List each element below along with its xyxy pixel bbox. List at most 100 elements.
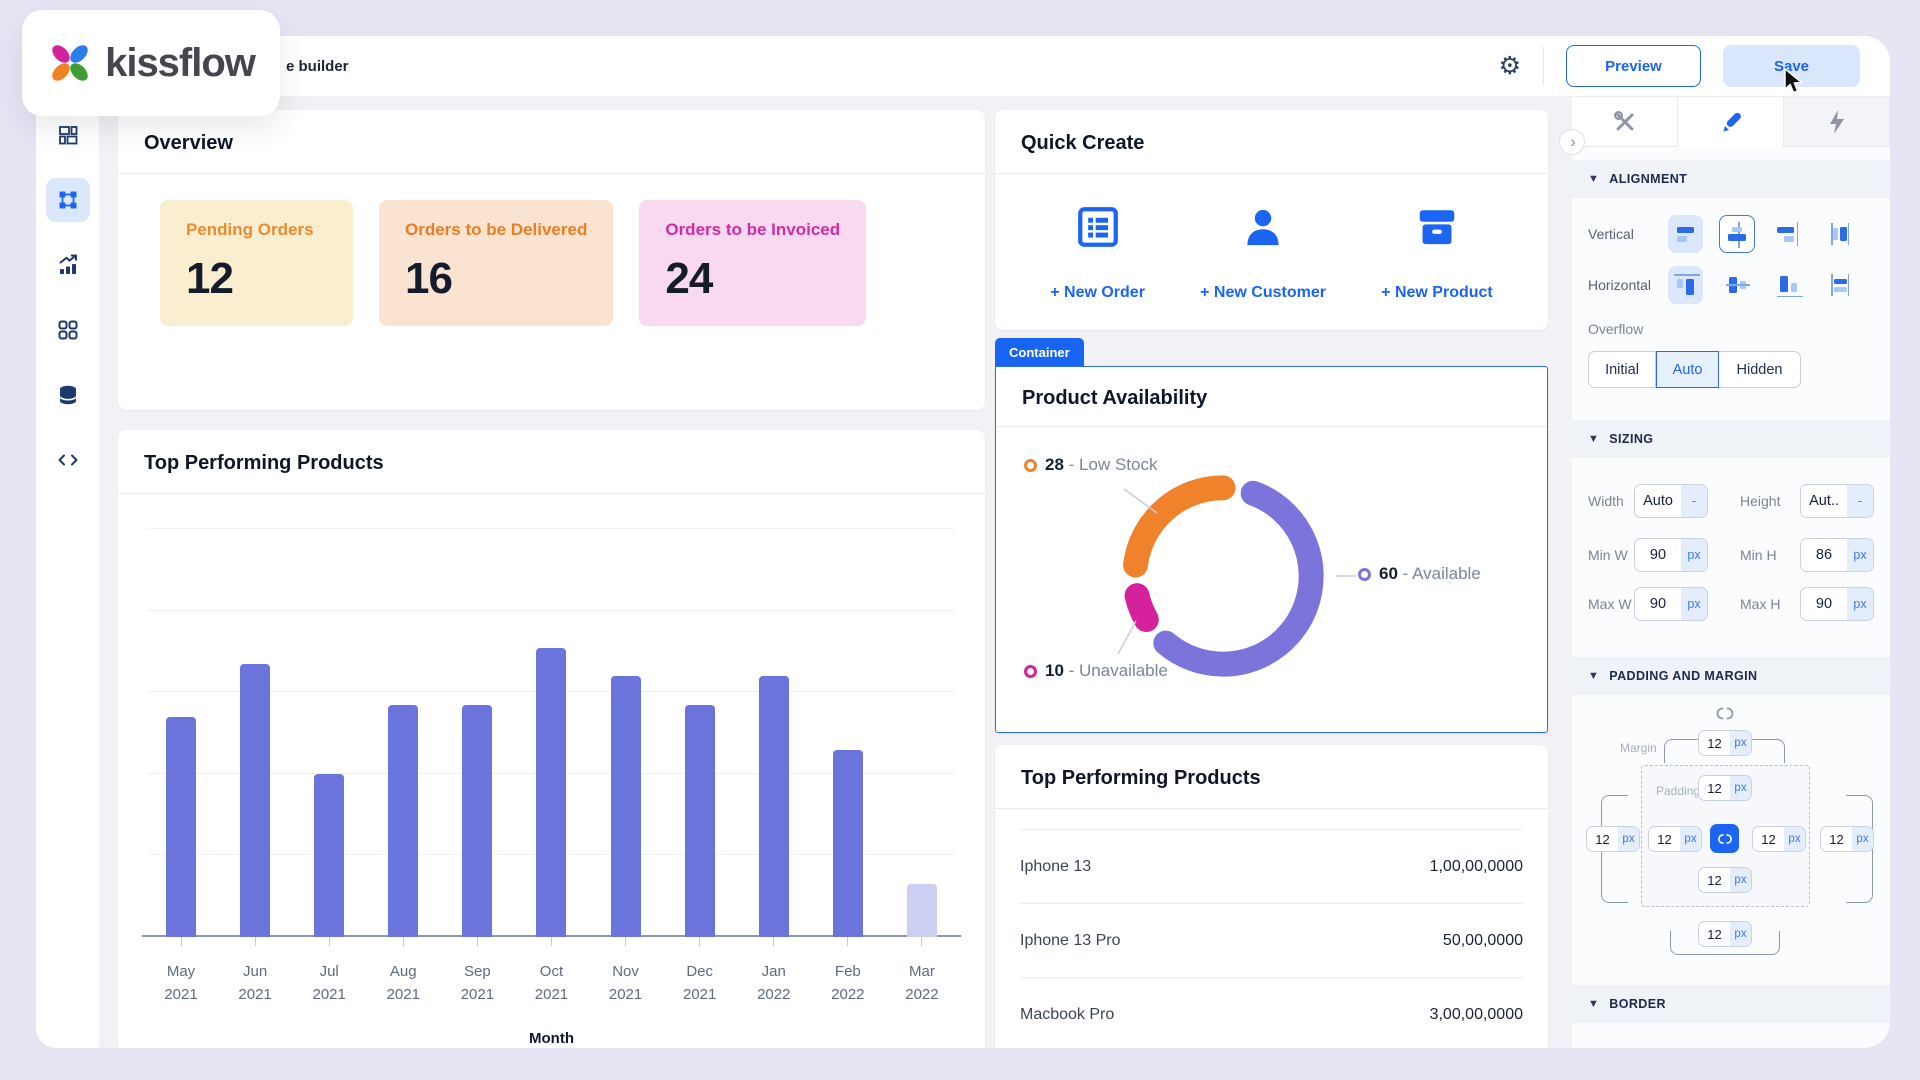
- border-section-header[interactable]: ▼ BORDER: [1572, 985, 1890, 1023]
- panel-tab-bar: [1572, 97, 1890, 147]
- product-name: Iphone 13: [1020, 858, 1091, 876]
- axis-label-mar-2022: Mar2022: [891, 937, 953, 1007]
- valign-middle-button[interactable]: [1719, 215, 1755, 253]
- min-h-input[interactable]: 86 px: [1800, 538, 1874, 572]
- sidebar-item-layout[interactable]: [46, 113, 90, 157]
- sidebar-item-apps[interactable]: [46, 308, 90, 352]
- sidebar-item-widgets[interactable]: [46, 178, 90, 222]
- min-w-label: Min W: [1588, 547, 1634, 563]
- new-customer-action[interactable]: + New Customer: [1200, 204, 1326, 302]
- valign-bottom-button[interactable]: [1771, 215, 1807, 253]
- margin-top-input[interactable]: 12 px: [1698, 730, 1752, 756]
- overflow-initial-option[interactable]: Initial: [1588, 351, 1656, 388]
- bar-nov-2021[interactable]: [595, 502, 657, 937]
- sidebar-item-analytics[interactable]: [46, 243, 90, 287]
- valign-top-button[interactable]: [1668, 215, 1704, 253]
- stat-value: 16: [405, 254, 587, 304]
- bar-jul-2021[interactable]: [298, 502, 360, 937]
- top-products-list-card[interactable]: Top Performing Products Iphone 13 1,00,0…: [995, 745, 1548, 1048]
- max-h-input[interactable]: 90 px: [1800, 587, 1874, 621]
- bar-sep-2021[interactable]: [446, 502, 508, 937]
- margin-bottom-input[interactable]: 12 px: [1698, 921, 1752, 947]
- padding-left-input[interactable]: 12 px: [1648, 826, 1702, 852]
- margin-left-input[interactable]: 12 px: [1586, 826, 1640, 852]
- min-h-label: Min H: [1740, 547, 1792, 563]
- lightning-icon: [1825, 109, 1849, 135]
- margin-right-input[interactable]: 12 px: [1820, 826, 1874, 852]
- bar-oct-2021[interactable]: [520, 502, 582, 937]
- bar-jun-2021[interactable]: [224, 502, 286, 937]
- low-stock-ring-icon: [1024, 459, 1037, 472]
- overflow-row: Overflow: [1572, 321, 1890, 337]
- panel-collapse-handle[interactable]: ›: [1559, 129, 1585, 155]
- properties-panel: ›: [1572, 97, 1890, 1048]
- quick-create-title: Quick Create: [1021, 132, 1144, 154]
- alignment-section-header[interactable]: ▼ ALIGNMENT: [1572, 160, 1890, 198]
- overflow-auto-option[interactable]: Auto: [1656, 351, 1719, 388]
- height-unit-dropdown[interactable]: -: [1847, 485, 1873, 517]
- brush-icon: [1718, 109, 1744, 135]
- new-order-action[interactable]: + New Order: [1050, 204, 1145, 302]
- stat-pending-orders[interactable]: Pending Orders 12: [160, 200, 353, 326]
- product-row-macbookpro[interactable]: Macbook Pro 3,00,00,0000: [1020, 978, 1523, 1048]
- padding-top-input[interactable]: 12 px: [1698, 775, 1752, 801]
- preview-button[interactable]: Preview: [1566, 45, 1701, 87]
- sidebar-item-code[interactable]: [46, 438, 90, 482]
- tab-configure[interactable]: [1572, 97, 1678, 147]
- halign-center-button[interactable]: [1719, 266, 1755, 304]
- min-w-input[interactable]: 90 px: [1634, 538, 1708, 572]
- padding-right-input[interactable]: 12 px: [1752, 826, 1806, 852]
- product-row-iphone13pro[interactable]: Iphone 13 Pro 50,00,0000: [1020, 904, 1523, 978]
- gear-icon[interactable]: ⚙: [1499, 54, 1521, 79]
- bar-aug-2021[interactable]: [372, 502, 434, 937]
- padding-bottom-input[interactable]: 12 px: [1698, 867, 1752, 893]
- bar-mar-2022[interactable]: [891, 502, 953, 937]
- halign-stretch-button[interactable]: [1822, 266, 1858, 304]
- bar-jan-2022[interactable]: [743, 502, 805, 937]
- kissflow-petals-icon: [47, 40, 93, 86]
- height-label: Height: [1740, 493, 1792, 509]
- bar-may-2021[interactable]: [150, 502, 212, 937]
- product-row-iphone13[interactable]: Iphone 13 1,00,00,0000: [1020, 830, 1523, 904]
- unlink-icon[interactable]: [1714, 706, 1736, 721]
- horizontal-alignment-row: Horizontal: [1572, 266, 1890, 304]
- unavailable-ring-icon: [1024, 665, 1037, 678]
- stat-orders-invoiced[interactable]: Orders to be Invoiced 24: [639, 200, 866, 326]
- valign-stretch-button[interactable]: [1822, 215, 1858, 253]
- stat-orders-delivered[interactable]: Orders to be Delivered 16: [379, 200, 613, 326]
- order-list-icon: [1075, 204, 1121, 250]
- new-customer-label: + New Customer: [1200, 284, 1326, 302]
- max-size-row: Max W 90 px Max H 90 px: [1572, 587, 1890, 621]
- bar-dec-2021[interactable]: [669, 502, 731, 937]
- kissflow-logo-card[interactable]: kissflow: [22, 10, 280, 116]
- link-values-button[interactable]: [1710, 824, 1739, 853]
- axis-label-oct-2021: Oct2021: [520, 937, 582, 1007]
- product-availability-container[interactable]: Product Availability 28 - Low Stock 60 -…: [995, 366, 1548, 733]
- sizing-section-header[interactable]: ▼ SIZING: [1572, 420, 1890, 458]
- tab-style[interactable]: [1678, 97, 1784, 147]
- tab-actions[interactable]: [1784, 97, 1890, 147]
- halign-left-button[interactable]: [1668, 266, 1704, 304]
- overview-card[interactable]: Overview Pending Orders 12 Orders to be …: [118, 110, 985, 410]
- product-list-title: Top Performing Products: [1021, 767, 1261, 789]
- overflow-segmented-control: Initial Auto Hidden: [1588, 351, 1801, 388]
- donut-label-unavailable: 10 - Unavailable: [1024, 661, 1168, 681]
- quick-create-card[interactable]: Quick Create + New Order: [995, 110, 1548, 330]
- overflow-hidden-option[interactable]: Hidden: [1719, 351, 1801, 388]
- halign-right-button[interactable]: [1771, 266, 1807, 304]
- max-w-input[interactable]: 90 px: [1634, 587, 1708, 621]
- sidebar-item-database[interactable]: [46, 373, 90, 417]
- width-unit-dropdown[interactable]: -: [1681, 485, 1707, 517]
- width-input[interactable]: Auto -: [1634, 484, 1708, 518]
- bar-chart-card[interactable]: Top Performing Products May2021Jun2021Ju…: [118, 430, 985, 1048]
- bar-feb-2022[interactable]: [817, 502, 879, 937]
- spacing-section-header[interactable]: ▼ PADDING AND MARGIN: [1572, 657, 1890, 695]
- height-input[interactable]: Aut.. -: [1800, 484, 1874, 518]
- new-product-action[interactable]: + New Product: [1381, 204, 1493, 302]
- container-selection-tag[interactable]: Container: [995, 338, 1084, 366]
- donut-title: Product Availability: [1022, 387, 1207, 409]
- bracket: [1664, 739, 1698, 763]
- box-model-editor: Margin 12 px Padding 12 px 12 px: [1572, 699, 1890, 964]
- apps-grid-icon: [56, 318, 80, 342]
- canvas-area: Overview Pending Orders 12 Orders to be …: [100, 97, 1572, 1048]
